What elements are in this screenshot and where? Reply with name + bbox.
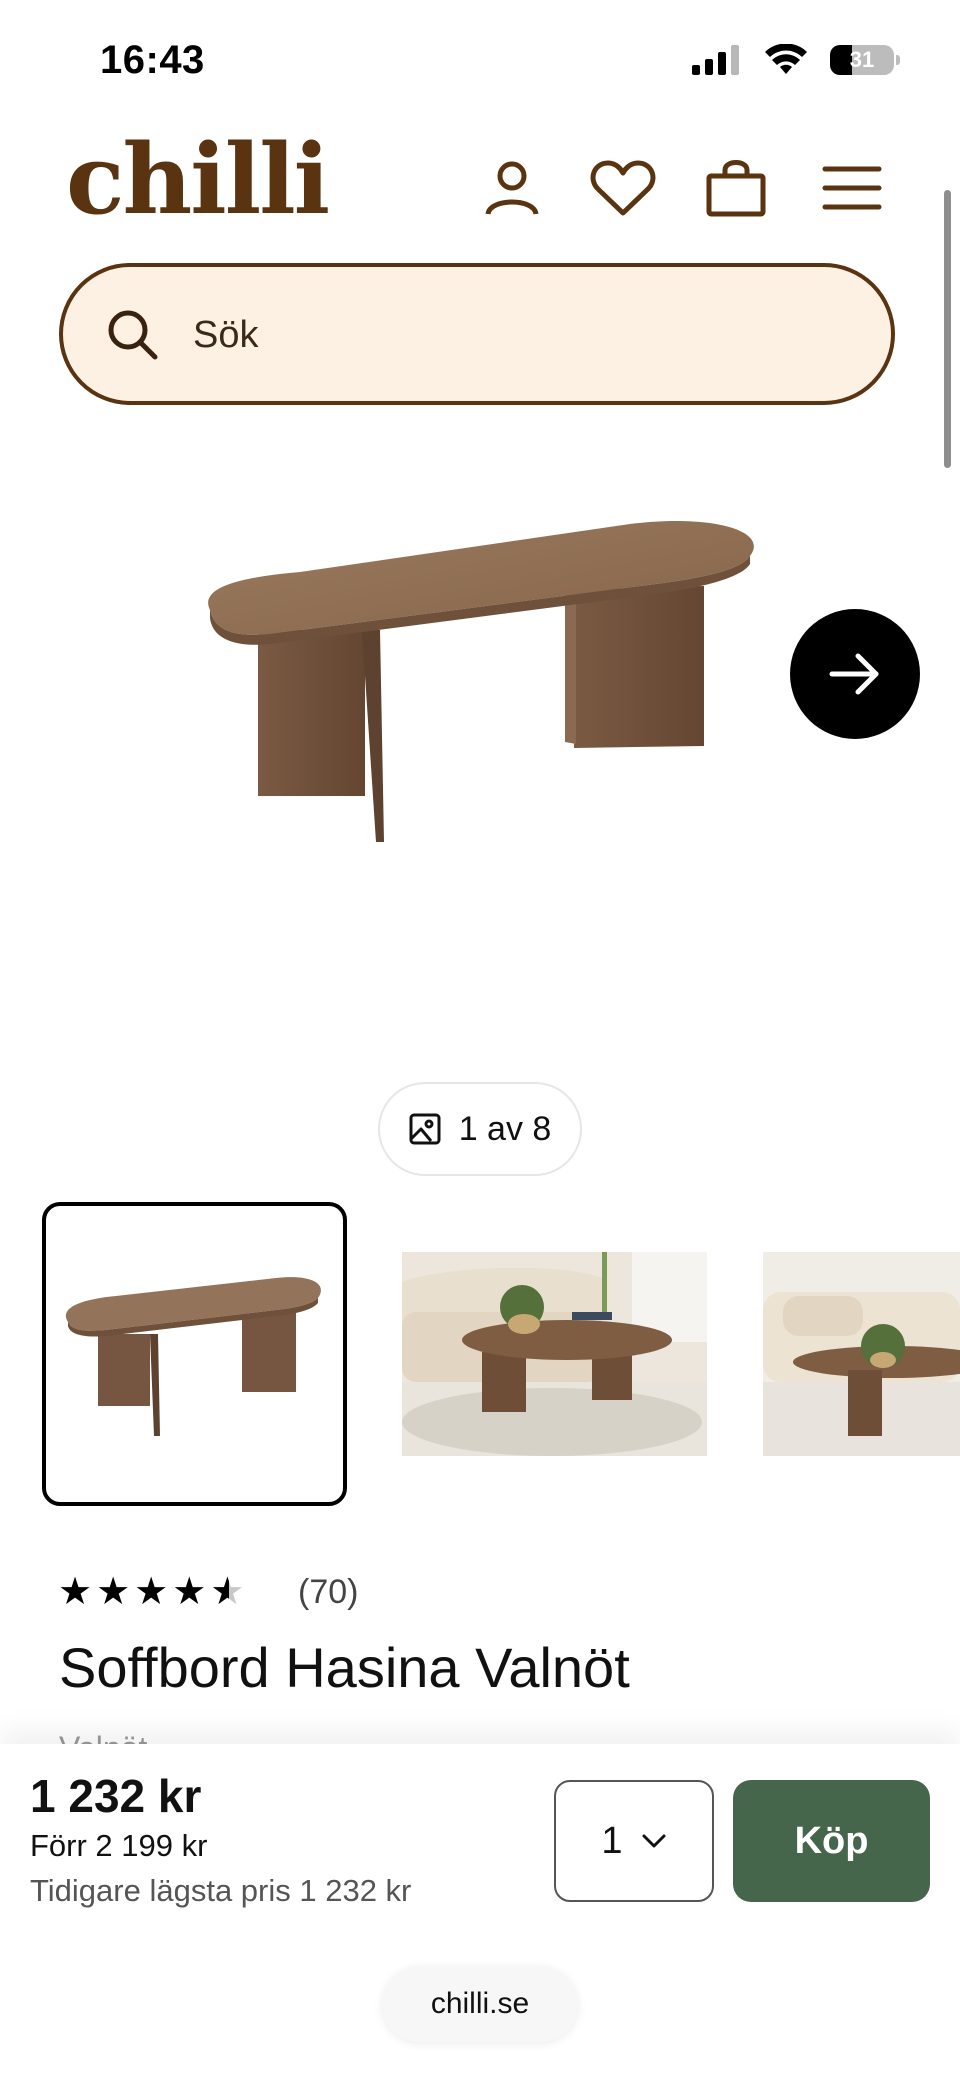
page-scrollbar[interactable]	[944, 190, 951, 468]
chevron-down-icon	[642, 1834, 666, 1848]
cellular-signal-icon	[692, 45, 739, 75]
browser-url-pill[interactable]: chilli.se	[382, 1966, 578, 2042]
battery-icon: 31	[830, 45, 894, 75]
search-bar[interactable]	[59, 263, 895, 405]
product-title: Soffbord Hasina Valnöt	[59, 1636, 630, 1699]
thumbnail-3[interactable]	[763, 1252, 960, 1456]
thumbnail-1[interactable]	[42, 1202, 347, 1506]
shopping-bag-icon[interactable]	[705, 158, 767, 218]
arrow-right-icon	[829, 653, 879, 695]
status-icons: 31	[692, 44, 900, 76]
star-icon: ★	[96, 1571, 131, 1613]
half-star-icon: ★ ★	[210, 1571, 245, 1613]
quantity-value: 1	[601, 1819, 623, 1862]
user-icon[interactable]	[482, 158, 542, 218]
lowest-price-note: Tidigare lägsta pris 1 232 kr	[30, 1873, 412, 1908]
previous-price: Förr 2 199 kr	[30, 1828, 208, 1863]
star-icon: ★	[172, 1571, 207, 1613]
status-time: 16:43	[100, 38, 205, 82]
hamburger-menu-icon[interactable]	[822, 158, 882, 218]
search-input[interactable]	[193, 303, 793, 367]
rating-count[interactable]: (70)	[298, 1572, 358, 1612]
battery-level: 31	[849, 47, 875, 72]
heart-icon[interactable]	[590, 158, 656, 218]
product-main-image[interactable]	[190, 510, 770, 850]
rating-stars[interactable]: ★ ★ ★ ★ ★ ★	[58, 1572, 244, 1612]
star-icon: ★	[58, 1571, 93, 1613]
quantity-select[interactable]: 1	[554, 1780, 714, 1902]
current-price: 1 232 kr	[30, 1770, 202, 1822]
wifi-icon	[765, 44, 807, 74]
thumbnail-2[interactable]	[402, 1252, 707, 1456]
browser-url: chilli.se	[430, 1987, 530, 2020]
star-icon: ★	[134, 1571, 169, 1613]
image-counter[interactable]: 1 av 8	[378, 1082, 582, 1176]
buy-button-label: Köp	[794, 1819, 869, 1862]
brand-logo[interactable]: chilli	[66, 130, 330, 230]
image-counter-text: 1 av 8	[458, 1109, 552, 1148]
next-image-button[interactable]	[790, 609, 920, 739]
image-icon	[409, 1113, 441, 1145]
search-icon	[108, 310, 158, 360]
buy-button[interactable]: Köp	[733, 1780, 930, 1902]
